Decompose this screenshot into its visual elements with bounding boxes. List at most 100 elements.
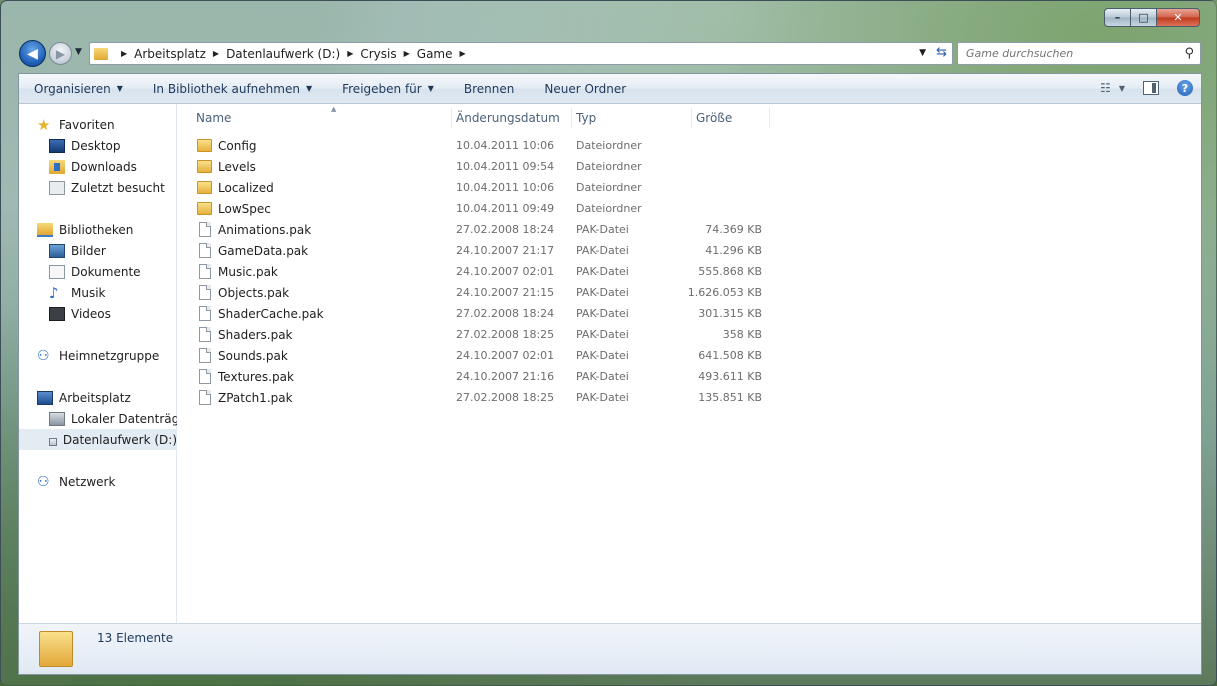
status-bar: 13 Elemente <box>19 623 1201 674</box>
new-folder-label: Neuer Ordner <box>544 81 627 96</box>
back-button[interactable]: ◀ <box>19 40 46 67</box>
sidebar-item-bilder[interactable]: Bilder <box>49 240 106 261</box>
minimize-button[interactable]: – <box>1104 8 1130 27</box>
sidebar-item-favoriten[interactable]: ★ Favoriten <box>37 114 115 135</box>
sidebar-item-heimnetzgruppe[interactable]: ⚇ Heimnetzgruppe <box>37 345 159 366</box>
table-row[interactable]: LowSpec 10.04.2011 09:49 Dateiordner <box>177 198 777 219</box>
file-name-cell[interactable]: Config <box>197 135 257 156</box>
file-name-cell[interactable]: Levels <box>197 156 256 177</box>
file-name-cell[interactable]: Animations.pak <box>197 219 311 240</box>
file-size: 641.508 KB <box>698 349 762 362</box>
file-name-cell[interactable]: Objects.pak <box>197 282 289 303</box>
column-header-label: Änderungsdatum <box>456 111 560 125</box>
sidebar-item-videos[interactable]: Videos <box>49 303 111 324</box>
toolbar-right: ☷ ▼ ? <box>1100 80 1193 96</box>
table-row[interactable]: ZPatch1.pak 27.02.2008 18:25 PAK-Datei 135.… <box>177 387 777 408</box>
column-header-type[interactable]: Typ <box>572 108 692 128</box>
file-name-cell[interactable]: GameData.pak <box>197 240 308 261</box>
breadcrumb-item-datenlaufwerk[interactable]: Datenlaufwerk (D:) <box>226 47 340 61</box>
file-icon <box>199 285 211 300</box>
file-name-cell[interactable]: ShaderCache.pak <box>197 303 324 324</box>
sidebar-item-downloads[interactable]: Downloads <box>49 156 137 177</box>
sidebar-item-desktop[interactable]: Desktop <box>49 135 121 156</box>
include-in-library-button[interactable]: In Bibliothek aufnehmen ▼ <box>138 82 327 96</box>
table-row[interactable]: Objects.pak 24.10.2007 21:15 PAK-Datei 1.62… <box>177 282 777 303</box>
sidebar-item-netzwerk[interactable]: ⚇ Netzwerk <box>37 471 115 492</box>
sidebar-item-label: Zuletzt besucht <box>71 180 165 195</box>
refresh-icon[interactable]: ⇆ <box>936 45 947 60</box>
file-name-cell[interactable]: LowSpec <box>197 198 271 219</box>
column-header-size[interactable]: Größe <box>692 108 770 128</box>
file-icon <box>199 222 211 237</box>
breadcrumb-item-arbeitsplatz[interactable]: Arbeitsplatz <box>134 47 206 61</box>
file-name-cell[interactable]: Localized <box>197 177 274 198</box>
breadcrumb-item-game[interactable]: Game <box>417 47 453 61</box>
file-name-cell[interactable]: Music.pak <box>197 261 278 282</box>
sidebar-item-recent[interactable]: Zuletzt besucht <box>49 177 165 198</box>
chevron-right-icon[interactable]: ▶ <box>347 49 353 58</box>
change-view-button[interactable]: ☷ ▼ <box>1100 81 1125 95</box>
file-type: PAK-Datei <box>576 370 629 383</box>
breadcrumb-item-crysis[interactable]: Crysis <box>360 47 396 61</box>
file-name: Music.pak <box>218 264 278 279</box>
file-name-cell[interactable]: Sounds.pak <box>197 345 288 366</box>
file-name-cell[interactable]: Textures.pak <box>197 366 294 387</box>
sidebar-item-lokaler-datentraeger[interactable]: Lokaler Datenträger <box>49 408 192 429</box>
burn-button[interactable]: Brennen <box>449 82 529 96</box>
search-input[interactable] <box>966 47 1166 60</box>
file-date: 24.10.2007 21:15 <box>456 286 555 299</box>
preview-pane-icon[interactable] <box>1143 81 1159 95</box>
chevron-down-icon: ▼ <box>427 84 434 93</box>
file-name-cell[interactable]: ZPatch1.pak <box>197 387 293 408</box>
table-row[interactable]: Animations.pak 27.02.2008 18:24 PAK-Datei 7… <box>177 219 777 240</box>
file-icon <box>199 327 211 342</box>
table-row[interactable]: Levels 10.04.2011 09:54 Dateiordner <box>177 156 777 177</box>
column-header-date[interactable]: Änderungsdatum <box>452 108 572 128</box>
table-row[interactable]: Localized 10.04.2011 10:06 Dateiordner <box>177 177 777 198</box>
table-row[interactable]: GameData.pak 24.10.2007 21:17 PAK-Datei 41.… <box>177 240 777 261</box>
include-in-library-label: In Bibliothek aufnehmen <box>152 81 300 96</box>
chevron-right-icon[interactable]: ▶ <box>460 49 466 58</box>
window-controls: – □ ✕ <box>1104 8 1200 27</box>
documents-icon <box>49 264 65 279</box>
file-name-cell[interactable]: Shaders.pak <box>197 324 293 345</box>
sidebar-item-datenlaufwerk[interactable]: Datenlaufwerk (D:) <box>19 429 177 450</box>
sidebar-item-musik[interactable]: ♪ Musik <box>49 282 106 303</box>
chevron-right-icon[interactable]: ▶ <box>213 49 219 58</box>
sidebar-item-label: Bilder <box>71 243 106 258</box>
address-bar[interactable]: ▶ Arbeitsplatz ▶ Datenlaufwerk (D:) ▶ Cr… <box>89 42 953 65</box>
table-row[interactable]: Music.pak 24.10.2007 02:01 PAK-Datei 555.86… <box>177 261 777 282</box>
search-icon[interactable]: ⚲ <box>1184 46 1194 61</box>
column-header-name[interactable]: ▲ Name <box>192 105 452 128</box>
sidebar-item-label: Arbeitsplatz <box>59 390 131 405</box>
table-row[interactable]: Shaders.pak 27.02.2008 18:25 PAK-Datei 358 … <box>177 324 777 345</box>
burn-label: Brennen <box>463 81 515 96</box>
table-row[interactable]: Sounds.pak 24.10.2007 02:01 PAK-Datei 641.5… <box>177 345 777 366</box>
file-date: 10.04.2011 10:06 <box>456 139 555 152</box>
close-button[interactable]: ✕ <box>1156 8 1200 27</box>
table-row[interactable]: ShaderCache.pak 27.02.2008 18:24 PAK-Datei… <box>177 303 777 324</box>
item-count: 13 Elemente <box>97 631 174 645</box>
folder-icon <box>94 47 108 60</box>
music-icon: ♪ <box>49 283 59 302</box>
organize-label: Organisieren <box>34 81 111 96</box>
sidebar-item-dokumente[interactable]: Dokumente <box>49 261 141 282</box>
table-row[interactable]: Textures.pak 24.10.2007 21:16 PAK-Datei 493… <box>177 366 777 387</box>
file-date: 10.04.2011 09:49 <box>456 202 555 215</box>
sidebar-item-bibliotheken[interactable]: Bibliotheken <box>37 219 133 240</box>
forward-button[interactable]: ▶ <box>49 42 72 65</box>
file-date: 24.10.2007 02:01 <box>456 349 555 362</box>
chevron-right-icon[interactable]: ▶ <box>404 49 410 58</box>
maximize-button[interactable]: □ <box>1130 8 1156 27</box>
history-dropdown-icon[interactable]: ▼ <box>75 47 82 57</box>
new-folder-button[interactable]: Neuer Ordner <box>529 82 641 96</box>
help-icon[interactable]: ? <box>1177 80 1193 96</box>
address-dropdown-icon[interactable]: ▼ <box>919 48 926 58</box>
chevron-right-icon[interactable]: ▶ <box>121 49 127 58</box>
share-with-button[interactable]: Freigeben für ▼ <box>327 82 449 96</box>
search-box: ⚲ <box>957 42 1201 65</box>
table-row[interactable]: Config 10.04.2011 10:06 Dateiordner <box>177 135 777 156</box>
file-type: Dateiordner <box>576 181 642 194</box>
organize-button[interactable]: Organisieren ▼ <box>19 82 138 96</box>
sidebar-item-arbeitsplatz[interactable]: Arbeitsplatz <box>37 387 131 408</box>
